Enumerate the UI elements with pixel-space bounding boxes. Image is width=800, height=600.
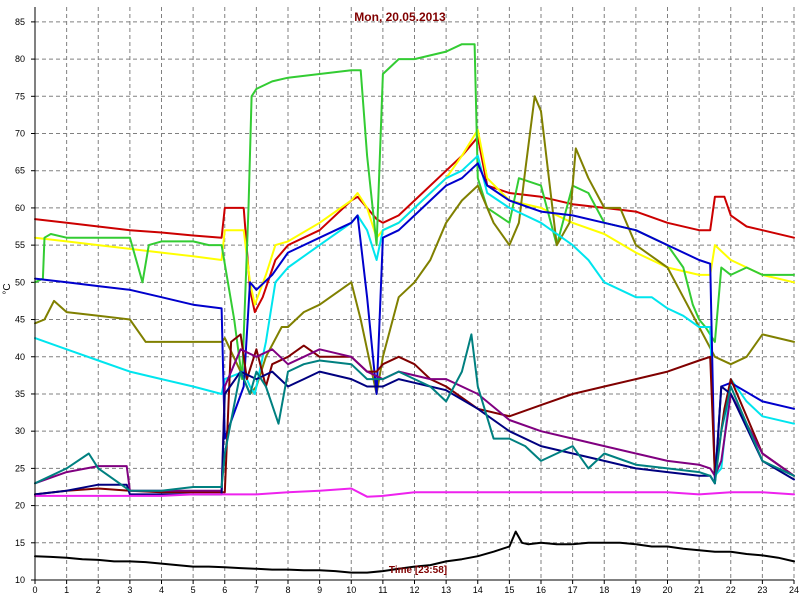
y-axis-ticks: 10 15 20 25 30 35 40 45 50 55 60 65 70 75 80 85 bbox=[15, 17, 35, 585]
x-tick-label: 12 bbox=[409, 585, 419, 595]
x-tick-label: 23 bbox=[757, 585, 767, 595]
y-tick-label: 60 bbox=[15, 203, 25, 213]
y-tick-label: 30 bbox=[15, 426, 25, 436]
x-tick-label: 5 bbox=[191, 585, 196, 595]
y-tick-label: 50 bbox=[15, 277, 25, 287]
y-tick-label: 35 bbox=[15, 389, 25, 399]
y-tick-label: 15 bbox=[15, 538, 25, 548]
x-tick-label: 24 bbox=[789, 585, 799, 595]
y-tick-label: 25 bbox=[15, 463, 25, 473]
y-tick-label: 45 bbox=[15, 315, 25, 325]
y-tick-label: 40 bbox=[15, 352, 25, 362]
x-tick-label: 3 bbox=[127, 585, 132, 595]
x-tick-label: 11 bbox=[378, 585, 387, 595]
x-tick-label: 4 bbox=[159, 585, 164, 595]
x-tick-label: 16 bbox=[536, 585, 546, 595]
x-tick-label: 0 bbox=[32, 585, 37, 595]
x-tick-label: 21 bbox=[694, 585, 704, 595]
x-tick-label: 13 bbox=[441, 585, 451, 595]
x-axis-ticks: 0 1 2 3 4 5 6 7 8 9 10 11 12 13 14 15 16 17 18 19 20 21 22 23 24 bbox=[32, 580, 799, 595]
x-tick-label: 22 bbox=[726, 585, 736, 595]
y-axis-label: °C bbox=[2, 283, 13, 294]
x-tick-label: 1 bbox=[64, 585, 69, 595]
x-axis-title: Time [23:58] bbox=[389, 565, 447, 576]
x-tick-label: 17 bbox=[568, 585, 578, 595]
series-line-9 bbox=[34, 370, 795, 496]
y-tick-label: 70 bbox=[15, 129, 25, 139]
x-tick-label: 2 bbox=[96, 585, 101, 595]
chart: 10 15 20 25 30 35 40 45 50 55 60 65 70 75 80 85 0123456… bbox=[0, 0, 800, 600]
y-tick-label: 75 bbox=[15, 91, 25, 101]
chart-canvas: 10152025303540455055606570758085 0123456… bbox=[2, 7, 799, 595]
x-tick-label: 7 bbox=[254, 585, 259, 595]
x-tick-label: 15 bbox=[504, 585, 514, 595]
y-tick-label: 10 bbox=[15, 575, 25, 585]
y-tick-label: 20 bbox=[15, 501, 25, 511]
x-tick-label: 9 bbox=[317, 585, 322, 595]
x-tick-label: 6 bbox=[222, 585, 227, 595]
x-tick-label: 20 bbox=[662, 585, 672, 595]
y-tick-label: 80 bbox=[15, 54, 25, 64]
x-tick-label: 19 bbox=[631, 585, 641, 595]
x-tick-label: 10 bbox=[346, 585, 356, 595]
x-tick-label: 14 bbox=[473, 585, 483, 595]
y-tick-label: 65 bbox=[15, 166, 25, 176]
x-tick-label: 8 bbox=[285, 585, 290, 595]
y-tick-label: 55 bbox=[15, 240, 25, 250]
chart-title: Mon, 20.05.2013 bbox=[354, 10, 446, 24]
y-tick-label: 85 bbox=[15, 17, 25, 27]
x-tick-label: 18 bbox=[599, 585, 609, 595]
